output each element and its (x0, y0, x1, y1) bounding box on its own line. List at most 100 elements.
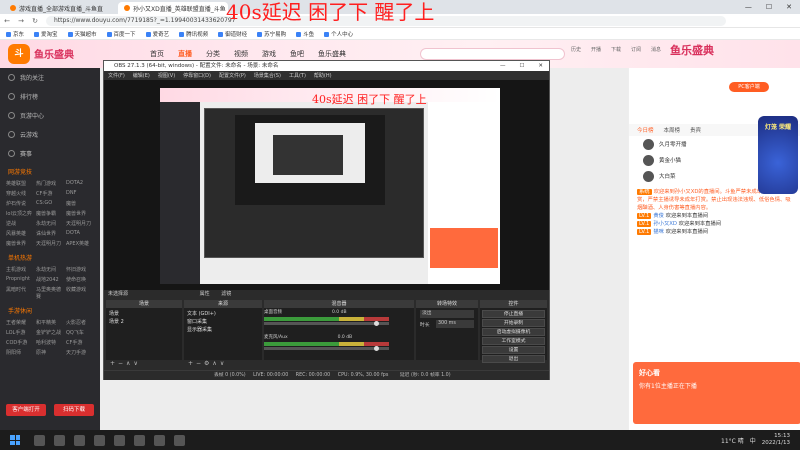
game-link[interactable]: COD手游 (6, 339, 34, 346)
browser-tab-1[interactable]: 游戏直播_全部游戏直播_斗鱼直 (4, 2, 114, 14)
back-icon[interactable]: ← (0, 17, 14, 25)
windows-start-icon[interactable] (10, 435, 20, 445)
volume-slider[interactable] (264, 347, 389, 350)
game-link[interactable]: 原神 (36, 349, 64, 356)
bookmark-item[interactable]: 天猫超市 (68, 30, 97, 38)
maximize-icon[interactable]: ☐ (766, 3, 772, 11)
game-link[interactable]: CS:GO (36, 200, 64, 207)
game-link[interactable]: 永劫无间 (36, 220, 64, 227)
game-link[interactable]: 逆战 (6, 220, 34, 227)
bookmark-item[interactable]: 爱奇艺 (146, 30, 170, 38)
game-link[interactable]: 天涯明月刀 (36, 240, 64, 247)
game-link[interactable]: DOTA (66, 230, 94, 237)
bookmark-item[interactable]: 腾讯视频 (179, 30, 208, 38)
game-link[interactable]: 使命召唤 (66, 276, 94, 283)
game-link[interactable]: 风暴英雄 (6, 230, 34, 237)
game-link[interactable]: 诛仙世界 (36, 230, 64, 237)
sources-toolbar[interactable]: +−⚙∧∨ (184, 360, 262, 368)
chrome-icon[interactable] (154, 434, 165, 446)
bookmark-item[interactable]: 京东 (6, 30, 24, 38)
game-link[interactable]: 收藏游戏 (66, 286, 94, 300)
nav-yuba[interactable]: 鱼吧 (290, 49, 304, 59)
input-language[interactable]: 中 (750, 436, 756, 445)
game-link[interactable]: 战地2042 (36, 276, 64, 283)
edge-icon[interactable] (134, 434, 145, 446)
bookmark-item[interactable]: 苏宁易购 (257, 30, 286, 38)
properties-button[interactable]: 属性 (200, 291, 210, 297)
promo-card[interactable]: 好心看 你有1位主播正在下播 (633, 362, 800, 424)
menu-help[interactable]: 帮助(H) (314, 72, 332, 79)
broadcast-icon[interactable]: 开播 (590, 46, 602, 60)
bookmark-item[interactable]: 御道财经 (218, 30, 247, 38)
menu-scene-collection[interactable]: 场景集合(S) (254, 72, 281, 79)
qr-download-button[interactable]: 扫码下载 (54, 404, 94, 416)
minimize-icon[interactable]: — (745, 3, 752, 11)
start-recording-button[interactable]: 开始录制 (482, 319, 545, 327)
game-link[interactable]: 魔兽世界 (66, 210, 94, 217)
gift-badge[interactable]: 灯笼 荣耀 (758, 116, 798, 194)
game-link[interactable]: 和平精英 (36, 319, 64, 326)
game-link[interactable]: 英雄联盟 (6, 180, 34, 187)
tab-vip[interactable]: 贵宾 (690, 126, 701, 134)
scene-item[interactable]: 场景 (109, 310, 179, 318)
nav-festival[interactable]: 鱼乐盛典 (318, 49, 346, 59)
scenes-toolbar[interactable]: +−∧∨ (106, 360, 182, 368)
game-link[interactable]: 马里奥奥德赛 (36, 286, 64, 300)
volume-knob[interactable] (374, 321, 379, 326)
game-link[interactable]: 怀旧游戏 (66, 266, 94, 273)
obs-preview[interactable]: 40s延迟 困了下 醒了上 (104, 80, 549, 290)
bookmark-item[interactable]: 个人中心 (324, 30, 353, 38)
volume-knob[interactable] (374, 346, 379, 351)
game-link[interactable]: 哈利波特 (36, 339, 64, 346)
game-link[interactable]: 阴阳师 (6, 349, 34, 356)
menu-docks[interactable]: 停靠窗口(D) (183, 72, 211, 79)
game-link[interactable]: LOL手游 (6, 329, 34, 336)
game-link[interactable]: 魔兽 (66, 200, 94, 207)
nav-video[interactable]: 视频 (234, 49, 248, 59)
transition-select[interactable]: 淡出 (420, 310, 474, 318)
game-link[interactable]: CF手游 (36, 190, 64, 197)
close-icon[interactable]: ✕ (538, 61, 543, 71)
task-view-icon[interactable] (54, 434, 65, 446)
sidebar-item-webgame[interactable]: 页游中心 (0, 106, 100, 125)
source-item[interactable]: 文本 (GDI+) (187, 310, 259, 318)
history-icon[interactable]: 历史 (570, 46, 582, 60)
game-link[interactable]: CF手游 (66, 339, 94, 346)
exit-button[interactable]: 退出 (482, 355, 545, 363)
browser-tab-2[interactable]: 孙小又XD直播_英雄联盟直播_斗鱼 (118, 2, 228, 14)
game-link[interactable]: DOTA2 (66, 180, 94, 187)
game-link[interactable]: 火影忍者 (66, 319, 94, 326)
steam-icon[interactable] (74, 434, 85, 446)
site-search-input[interactable] (420, 48, 565, 60)
close-icon[interactable]: ✕ (786, 3, 792, 11)
menu-edit[interactable]: 编辑(E) (133, 72, 150, 79)
settings-button[interactable]: 设置 (482, 346, 545, 354)
game-link[interactable]: 黑暗时代 (6, 286, 34, 300)
game-link[interactable]: 王者荣耀 (6, 319, 34, 326)
game-link[interactable]: QQ飞车 (66, 329, 94, 336)
game-link[interactable]: lol云顶之弈 (6, 210, 34, 217)
weather-widget[interactable]: 11°C 晴 (721, 436, 744, 445)
stop-stream-button[interactable]: 停止直播 (482, 310, 545, 318)
game-link[interactable]: 天刀手游 (66, 349, 94, 356)
studio-mode-button[interactable]: 工作室模式 (482, 337, 545, 345)
nav-home[interactable]: 首页 (150, 49, 164, 59)
game-link[interactable]: 永劫无间 (36, 266, 64, 273)
filters-button[interactable]: 滤镜 (221, 291, 231, 297)
game-link[interactable]: Propnight (6, 276, 34, 283)
bookmark-item[interactable]: 斗鱼 (296, 30, 314, 38)
open-client-button[interactable]: 客户端打开 (6, 404, 46, 416)
game-link[interactable]: DNF (66, 190, 94, 197)
subscribe-icon[interactable]: 订阅 (630, 46, 642, 60)
tab-today[interactable]: 今日榜 (637, 126, 654, 134)
nav-live[interactable]: 直播 (178, 49, 192, 59)
game-link[interactable]: 魔兽争霸 (36, 210, 64, 217)
duration-input[interactable]: 300 ms (436, 320, 474, 328)
virtual-camera-button[interactable]: 启动虚拟摄像机 (482, 328, 545, 336)
forward-icon[interactable]: → (14, 17, 28, 25)
reload-icon[interactable]: ↻ (28, 17, 42, 25)
douyu-logo[interactable]: 斗 (8, 44, 30, 64)
game-link[interactable]: 金铲铲之战 (36, 329, 64, 336)
bookmark-item[interactable]: 爱淘宝 (34, 30, 58, 38)
sidebar-item-rank[interactable]: 排行榜 (0, 87, 100, 106)
